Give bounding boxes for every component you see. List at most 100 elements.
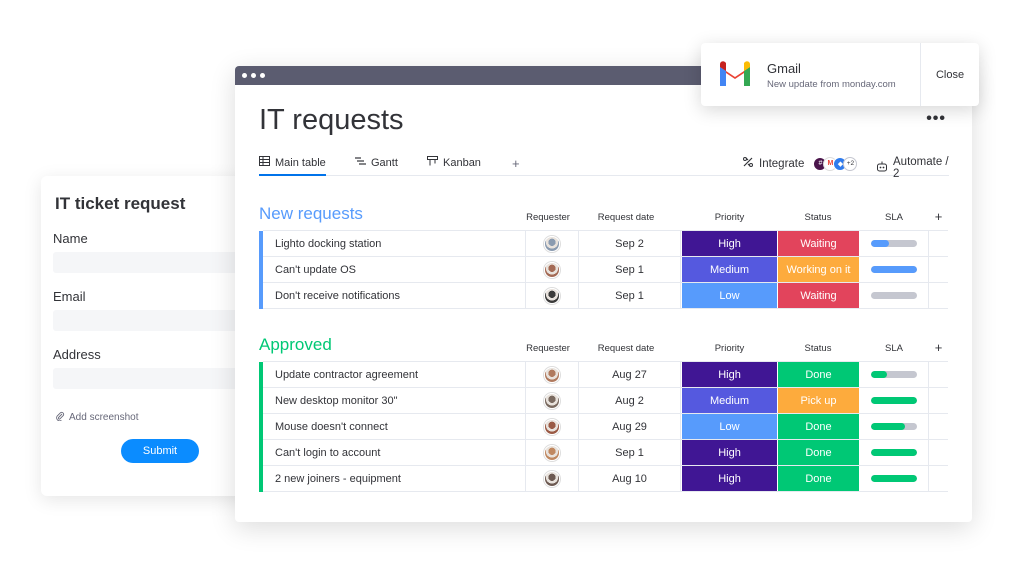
status-label[interactable]: Waiting xyxy=(777,283,859,308)
item-name[interactable]: 2 new joiners - equipment xyxy=(275,466,525,491)
priority-label[interactable]: High xyxy=(682,440,777,465)
kanban-icon xyxy=(427,156,438,169)
item-name[interactable]: Don't receive notifications xyxy=(275,283,525,308)
avatar xyxy=(544,235,560,252)
integrate-button[interactable]: Integrate # M ◆ +2 xyxy=(742,156,858,171)
paperclip-icon xyxy=(55,411,65,424)
sla-cell[interactable] xyxy=(859,362,929,387)
status-label[interactable]: Done xyxy=(777,414,859,439)
table-row[interactable]: Mouse doesn't connect Aug 29 Low Done xyxy=(263,413,948,440)
status-label[interactable]: Done xyxy=(777,466,859,491)
item-name[interactable]: Lighto docking station xyxy=(275,231,525,256)
table-row[interactable]: Can't login to account Sep 1 High Done xyxy=(263,439,948,466)
column-header-requester: Requester xyxy=(526,212,570,223)
tab-kanban[interactable]: Kanban xyxy=(427,156,481,169)
sla-cell[interactable] xyxy=(859,283,929,308)
requester-cell[interactable] xyxy=(525,414,579,439)
item-name[interactable]: New desktop monitor 30" xyxy=(275,388,525,413)
avatar xyxy=(544,392,560,409)
item-name[interactable]: Can't login to account xyxy=(275,440,525,465)
group-title-new-requests[interactable]: New requests xyxy=(259,204,363,224)
request-date-cell[interactable]: Aug 27 xyxy=(579,362,681,387)
integrate-icon xyxy=(742,156,754,171)
more-options-button[interactable]: ••• xyxy=(926,110,946,128)
status-label[interactable]: Done xyxy=(777,362,859,387)
add-column-button[interactable]: + xyxy=(929,340,948,355)
priority-label[interactable]: Medium xyxy=(682,257,777,282)
status-label[interactable]: Waiting xyxy=(777,231,859,256)
sla-cell[interactable] xyxy=(859,466,929,491)
tab-main-table[interactable]: Main table xyxy=(259,156,326,176)
requester-cell[interactable] xyxy=(525,257,579,282)
requester-cell[interactable] xyxy=(525,283,579,308)
priority-label[interactable]: High xyxy=(682,466,777,491)
sla-cell[interactable] xyxy=(859,414,929,439)
add-screenshot-link[interactable]: Add screenshot xyxy=(55,411,139,424)
requester-cell[interactable] xyxy=(525,362,579,387)
gmail-logo-icon xyxy=(718,61,752,87)
table-row[interactable]: Update contractor agreement Aug 27 High Don… xyxy=(263,361,948,388)
table-row[interactable]: Can't update OS Sep 1 Medium Working on it xyxy=(263,256,948,283)
priority-label[interactable]: High xyxy=(682,362,777,387)
name-label: Name xyxy=(53,231,88,246)
page-title: IT requests xyxy=(259,104,404,136)
priority-label[interactable]: Low xyxy=(682,414,777,439)
sla-cell[interactable] xyxy=(859,231,929,256)
row-add-cell xyxy=(929,231,948,256)
table-row[interactable]: Lighto docking station Sep 2 High Waiting xyxy=(263,230,948,257)
gantt-icon xyxy=(355,156,366,169)
sla-cell[interactable] xyxy=(859,257,929,282)
close-button[interactable]: Close xyxy=(921,43,979,106)
table-icon xyxy=(259,156,270,169)
request-date-cell[interactable]: Aug 29 xyxy=(579,414,681,439)
table-row[interactable]: New desktop monitor 30" Aug 2 Medium Pick u… xyxy=(263,387,948,414)
status-label[interactable]: Pick up xyxy=(777,388,859,413)
tab-gantt[interactable]: Gantt xyxy=(355,156,398,169)
address-field[interactable] xyxy=(53,368,253,389)
sla-cell[interactable] xyxy=(859,388,929,413)
priority-label[interactable]: High xyxy=(682,231,777,256)
item-name[interactable]: Update contractor agreement xyxy=(275,362,525,387)
automate-button[interactable]: Automate / 2 xyxy=(876,156,949,180)
email-label: Email xyxy=(53,289,86,304)
request-date-cell[interactable]: Sep 1 xyxy=(579,257,681,282)
table-row[interactable]: 2 new joiners - equipment Aug 10 High Done xyxy=(263,465,948,492)
priority-label[interactable]: Low xyxy=(682,283,777,308)
name-field[interactable] xyxy=(53,252,253,273)
sla-progress-bar xyxy=(870,292,917,299)
sla-progress-bar xyxy=(870,475,917,482)
submit-button[interactable]: Submit xyxy=(121,439,199,463)
column-header-sla: SLA xyxy=(885,212,903,223)
request-date-cell[interactable]: Sep 2 xyxy=(579,231,681,256)
request-date-cell[interactable]: Sep 1 xyxy=(579,440,681,465)
row-add-cell xyxy=(929,466,948,491)
email-field[interactable] xyxy=(53,310,253,331)
table-row[interactable]: Don't receive notifications Sep 1 Low Waiti… xyxy=(263,282,948,309)
sla-progress-fill xyxy=(870,371,887,378)
integrate-label: Integrate xyxy=(759,157,805,170)
status-label[interactable]: Done xyxy=(777,440,859,465)
row-add-cell xyxy=(929,283,948,308)
requester-cell[interactable] xyxy=(525,440,579,465)
column-header-requester: Requester xyxy=(526,343,570,354)
avatar xyxy=(544,287,560,304)
add-column-button[interactable]: + xyxy=(929,209,948,224)
add-view-button[interactable]: + xyxy=(512,156,520,171)
status-label[interactable]: Working on it xyxy=(777,257,859,282)
request-date-cell[interactable]: Sep 1 xyxy=(579,283,681,308)
requester-cell[interactable] xyxy=(525,466,579,491)
column-header-priority: Priority xyxy=(714,212,745,223)
priority-label[interactable]: Medium xyxy=(682,388,777,413)
requester-cell[interactable] xyxy=(525,388,579,413)
request-date-cell[interactable]: Aug 2 xyxy=(579,388,681,413)
automate-label: Automate / 2 xyxy=(893,156,949,180)
sla-cell[interactable] xyxy=(859,440,929,465)
board-window: IT requests ••• Main table Gantt Kanban … xyxy=(235,66,972,522)
request-date-cell[interactable]: Aug 10 xyxy=(579,466,681,491)
item-name[interactable]: Can't update OS xyxy=(275,257,525,282)
item-name[interactable]: Mouse doesn't connect xyxy=(275,414,525,439)
group-title-approved[interactable]: Approved xyxy=(259,335,332,355)
sla-progress-fill xyxy=(870,266,917,273)
requester-cell[interactable] xyxy=(525,231,579,256)
window-dot xyxy=(251,73,256,78)
